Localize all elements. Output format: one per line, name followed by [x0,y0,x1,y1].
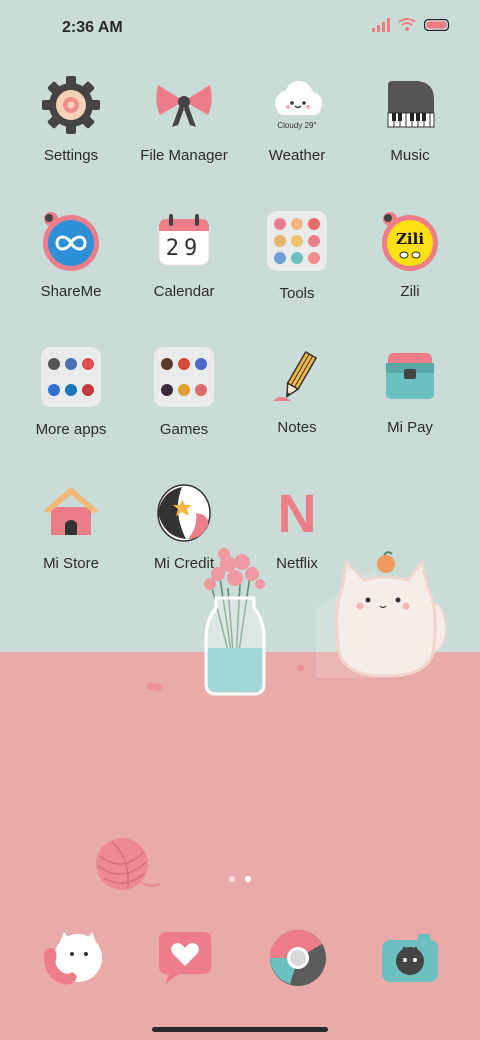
battery-icon [424,19,450,31]
pencil-icon [265,345,329,409]
app-mi-pay[interactable]: Mi Pay [350,345,470,436]
tools-folder-icon [265,211,329,275]
cat-illustration [316,551,447,678]
app-zili[interactable]: Zili Zili [350,209,470,300]
status-bar: 2:36 AM [0,0,480,56]
app-calendar[interactable]: 29 Calendar [124,209,244,300]
gear-icon [39,73,103,137]
app-shareme[interactable]: ShareMe [11,209,131,300]
camera-icon [382,934,438,982]
home-indicator[interactable] [152,1027,328,1032]
app-label: File Manager [140,147,228,164]
calendar-icon: 29 [152,209,216,273]
app-label: Weather [268,147,326,164]
dock-camera[interactable] [378,926,442,990]
app-label: Mi Store [43,555,99,572]
house-icon [39,481,103,545]
app-label: Music [390,147,430,164]
cellular-signal-icon [372,18,390,32]
app-tools[interactable]: Tools [237,209,357,302]
page-dot-2-active[interactable] [245,876,251,882]
zili-logo-text: Zili [395,230,425,248]
wifi-icon [398,18,416,31]
folder-icon [152,347,216,411]
app-label: ShareMe [40,283,102,300]
app-label: Notes [277,419,317,436]
infinity-icon [39,209,103,273]
yarn-ball-illustration [96,838,160,890]
app-file-manager[interactable]: File Manager [124,73,244,164]
cloud-icon: Cloudy 29° [265,73,329,137]
cat-phone-icon [44,932,102,985]
zili-icon: Zili [378,209,442,273]
dock-browser[interactable] [266,926,330,990]
wallet-icon [378,345,442,409]
calendar-date: 29 [165,236,203,261]
heart-message-icon [159,932,211,984]
dock-messages[interactable] [153,926,217,990]
app-label: Settings [43,147,99,164]
app-label: Games [159,421,209,438]
app-label: More apps [35,421,107,438]
petal-decoration [297,664,305,672]
app-label: Calendar [153,283,215,300]
petal-decoration [147,682,162,691]
app-music[interactable]: Music [350,73,470,164]
app-settings[interactable]: Settings [11,73,131,164]
app-weather[interactable]: Cloudy 29° Weather [237,73,357,164]
bow-icon [152,73,216,137]
app-label: Zili [400,283,420,300]
browser-icon [270,930,326,986]
flower-vase-illustration [204,548,266,696]
dock-phone[interactable] [40,926,104,990]
app-mi-store[interactable]: Mi Store [11,481,131,572]
status-time: 2:36 AM [62,19,123,36]
weather-detail: Cloudy 29° [277,121,317,130]
app-label: Tools [279,285,315,302]
netflix-logo: N [277,484,317,544]
piano-icon [378,73,442,137]
app-notes[interactable]: Notes [237,345,357,436]
status-icons [372,18,450,32]
page-indicator[interactable] [0,876,480,882]
egg-icon [152,481,216,545]
folder-icon [39,347,103,411]
app-label: Mi Pay [387,419,433,436]
app-games[interactable]: Games [124,345,244,438]
netflix-icon: N [265,481,329,545]
page-dot-1[interactable] [229,876,235,882]
app-more-apps[interactable]: More apps [11,345,131,438]
